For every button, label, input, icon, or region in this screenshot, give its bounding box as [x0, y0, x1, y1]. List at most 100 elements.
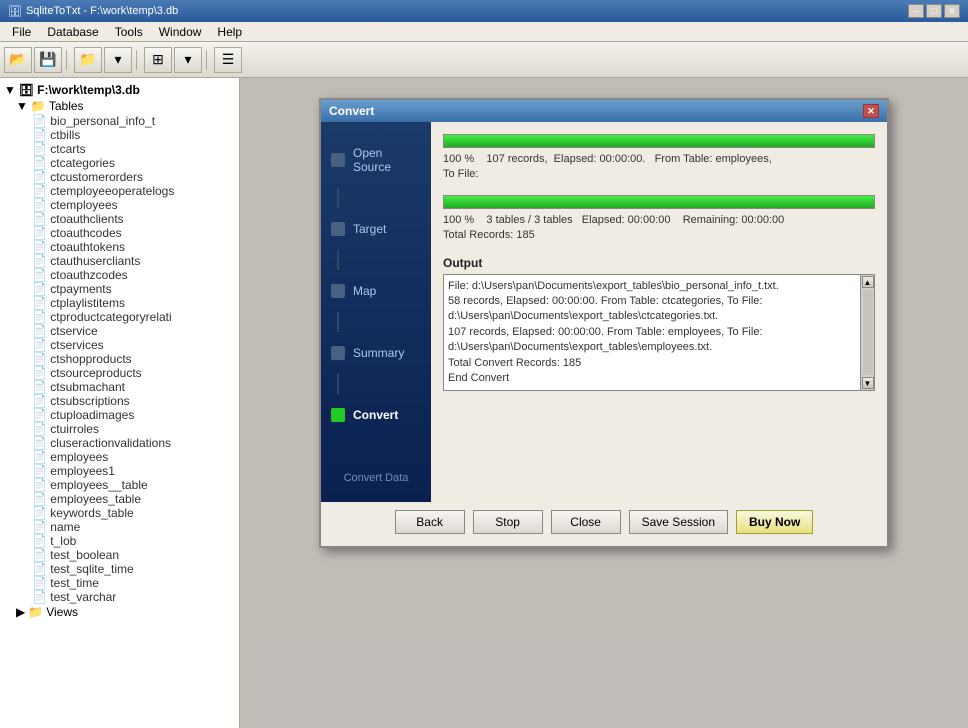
menu-database[interactable]: Database — [39, 23, 106, 41]
tree-table-item[interactable]: 📄 keywords_table — [0, 506, 239, 520]
tree-table-item[interactable]: 📄 ctsubmachant — [0, 380, 239, 394]
nav-step-convert[interactable]: Convert — [321, 394, 431, 436]
nav-step-map[interactable]: Map — [321, 270, 431, 312]
tree-table-item[interactable]: 📄 test_sqlite_time — [0, 562, 239, 576]
tree-table-item[interactable]: 📄 ctoauthcodes — [0, 226, 239, 240]
progress-text-1b: To File: — [443, 167, 875, 182]
tree-table-item[interactable]: 📄 ctplaylistitems — [0, 296, 239, 310]
buy-now-button[interactable]: Buy Now — [736, 510, 813, 534]
progress-bar-inner-1 — [444, 135, 874, 147]
tree-table-item[interactable]: 📄 cluseractionvalidations — [0, 436, 239, 450]
toolbar-dropdown-button[interactable]: ▾ — [104, 47, 132, 73]
tree-table-item[interactable]: 📄 bio_personal_info_t — [0, 114, 239, 128]
tree-table-item[interactable]: 📄 ctuirroles — [0, 422, 239, 436]
tree-table-item[interactable]: 📄 employees1 — [0, 464, 239, 478]
tree-table-item[interactable]: 📄 test_boolean — [0, 548, 239, 562]
tree-table-item[interactable]: 📄 ctoauthclients — [0, 212, 239, 226]
tree-table-item[interactable]: 📄 employees — [0, 450, 239, 464]
back-button[interactable]: Back — [395, 510, 465, 534]
tree-table-item[interactable]: 📄 ctauthusercliants — [0, 254, 239, 268]
convert-dialog: Convert ✕ Open Source Target — [319, 98, 889, 548]
tree-table-item[interactable]: 📄 ctservice — [0, 324, 239, 338]
menu-bar: File Database Tools Window Help — [0, 22, 968, 42]
toolbar-save-button[interactable]: 💾 — [34, 47, 62, 73]
toolbar-grid-dropdown-button[interactable]: ▾ — [174, 47, 202, 73]
minimize-button[interactable]: ─ — [908, 4, 924, 18]
output-text: File: d:\Users\pan\Documents\export_tabl… — [448, 280, 779, 384]
tree-table-item[interactable]: 📄 ctcarts — [0, 142, 239, 156]
toolbar-open-button[interactable]: 📂 — [4, 47, 32, 73]
tree-table-item[interactable]: 📄 ctcustomerorders — [0, 170, 239, 184]
toolbar-grid-button[interactable]: ⊞ — [144, 47, 172, 73]
tree-table-item[interactable]: 📄 test_varchar — [0, 590, 239, 604]
menu-file[interactable]: File — [4, 23, 39, 41]
modal-close-button[interactable]: ✕ — [863, 104, 879, 118]
db-icon: 🗄 — [19, 83, 34, 97]
folder-icon-views: 📁 — [28, 605, 43, 619]
progress-bar-inner-2 — [444, 196, 874, 208]
nav-dot-map — [331, 284, 345, 298]
tree-tables-folder[interactable]: ▼ 📁 Tables — [0, 98, 239, 114]
tree-table-item[interactable]: 📄 employees_table — [0, 492, 239, 506]
tree-table-item[interactable]: 📄 ctoauthzcodes — [0, 268, 239, 282]
output-box[interactable]: File: d:\Users\pan\Documents\export_tabl… — [443, 274, 861, 392]
tree-table-item[interactable]: 📄 ctpayments — [0, 282, 239, 296]
tree-table-item[interactable]: 📄 ctproductcategoryrelati — [0, 310, 239, 324]
tree-table-item[interactable]: 📄 ctservices — [0, 338, 239, 352]
tree-table-item[interactable]: 📄 ctuploadimages — [0, 408, 239, 422]
nav-label-target: Target — [353, 222, 386, 236]
nav-dot-target — [331, 222, 345, 236]
toolbar-folder-button[interactable]: 📁 — [74, 47, 102, 73]
progress-bar-outer-2 — [443, 195, 875, 209]
toolbar-separator-1 — [66, 50, 70, 70]
sidebar: ▼ 🗄 F:\work\temp\3.db ▼ 📁 Tables 📄 bio_p… — [0, 78, 240, 728]
title-bar-title: 🗄 SqliteToTxt - F:\work\temp\3.db — [8, 5, 178, 18]
progress-bar-outer-1 — [443, 134, 875, 148]
content-area: Convert ✕ Open Source Target — [240, 78, 968, 728]
scrollbar-down[interactable]: ▼ — [862, 377, 874, 389]
menu-help[interactable]: Help — [209, 23, 250, 41]
stop-button[interactable]: Stop — [473, 510, 543, 534]
close-button[interactable]: Close — [551, 510, 621, 534]
close-window-button[interactable]: ✕ — [944, 4, 960, 18]
progress-text-1a: 100 % 107 records, Elapsed: 00:00:00. Fr… — [443, 152, 875, 167]
save-session-button[interactable]: Save Session — [629, 510, 728, 534]
tree-table-item[interactable]: 📄 test_time — [0, 576, 239, 590]
nav-label-summary: Summary — [353, 346, 404, 360]
nav-step-target[interactable]: Target — [321, 208, 431, 250]
nav-label-convert: Convert — [353, 408, 398, 422]
nav-line-3 — [337, 312, 339, 332]
tree-table-item[interactable]: 📄 ctemployeeoperatelogs — [0, 184, 239, 198]
nav-step-open-source[interactable]: Open Source — [321, 132, 431, 188]
title-bar-controls: ─ □ ✕ — [908, 4, 960, 18]
collapse-icon: ▼ — [4, 83, 16, 97]
toolbar: 📂 💾 📁 ▾ ⊞ ▾ ☰ — [0, 42, 968, 78]
menu-tools[interactable]: Tools — [107, 23, 151, 41]
tree-table-item[interactable]: 📄 ctbills — [0, 128, 239, 142]
scrollbar-up[interactable]: ▲ — [862, 276, 874, 288]
maximize-button[interactable]: □ — [926, 4, 942, 18]
tree-table-item[interactable]: 📄 ctshopproducts — [0, 352, 239, 366]
tree-table-item[interactable]: 📄 ctcategories — [0, 156, 239, 170]
tree-table-item[interactable]: 📄 ctoauthtokens — [0, 240, 239, 254]
main-area: ▼ 🗄 F:\work\temp\3.db ▼ 📁 Tables 📄 bio_p… — [0, 78, 968, 728]
tree-table-item[interactable]: 📄 name — [0, 520, 239, 534]
tree-table-item[interactable]: 📄 ctemployees — [0, 198, 239, 212]
toolbar-list-button[interactable]: ☰ — [214, 47, 242, 73]
nav-step-summary[interactable]: Summary — [321, 332, 431, 374]
expand-icon: ▼ — [16, 99, 28, 113]
tree-views-folder[interactable]: ▶ 📁 Views — [0, 604, 239, 620]
tree-table-item[interactable]: 📄 t_lob — [0, 534, 239, 548]
nav-line-2 — [337, 250, 339, 270]
views-label: Views — [46, 605, 78, 619]
modal-body: Open Source Target Map — [321, 122, 887, 502]
menu-window[interactable]: Window — [151, 23, 210, 41]
nav-dot-summary — [331, 346, 345, 360]
tree-table-item[interactable]: 📄 ctsourceproducts — [0, 366, 239, 380]
tree-db-item[interactable]: ▼ 🗄 F:\work\temp\3.db — [0, 82, 239, 98]
app-icon: 🗄 — [8, 5, 22, 18]
tree-table-item[interactable]: 📄 employees__table — [0, 478, 239, 492]
tree-table-item[interactable]: 📄 ctsubscriptions — [0, 394, 239, 408]
nav-line-1 — [337, 188, 339, 208]
progress-section-2: 100 % 3 tables / 3 tables Elapsed: 00:00… — [443, 195, 875, 244]
